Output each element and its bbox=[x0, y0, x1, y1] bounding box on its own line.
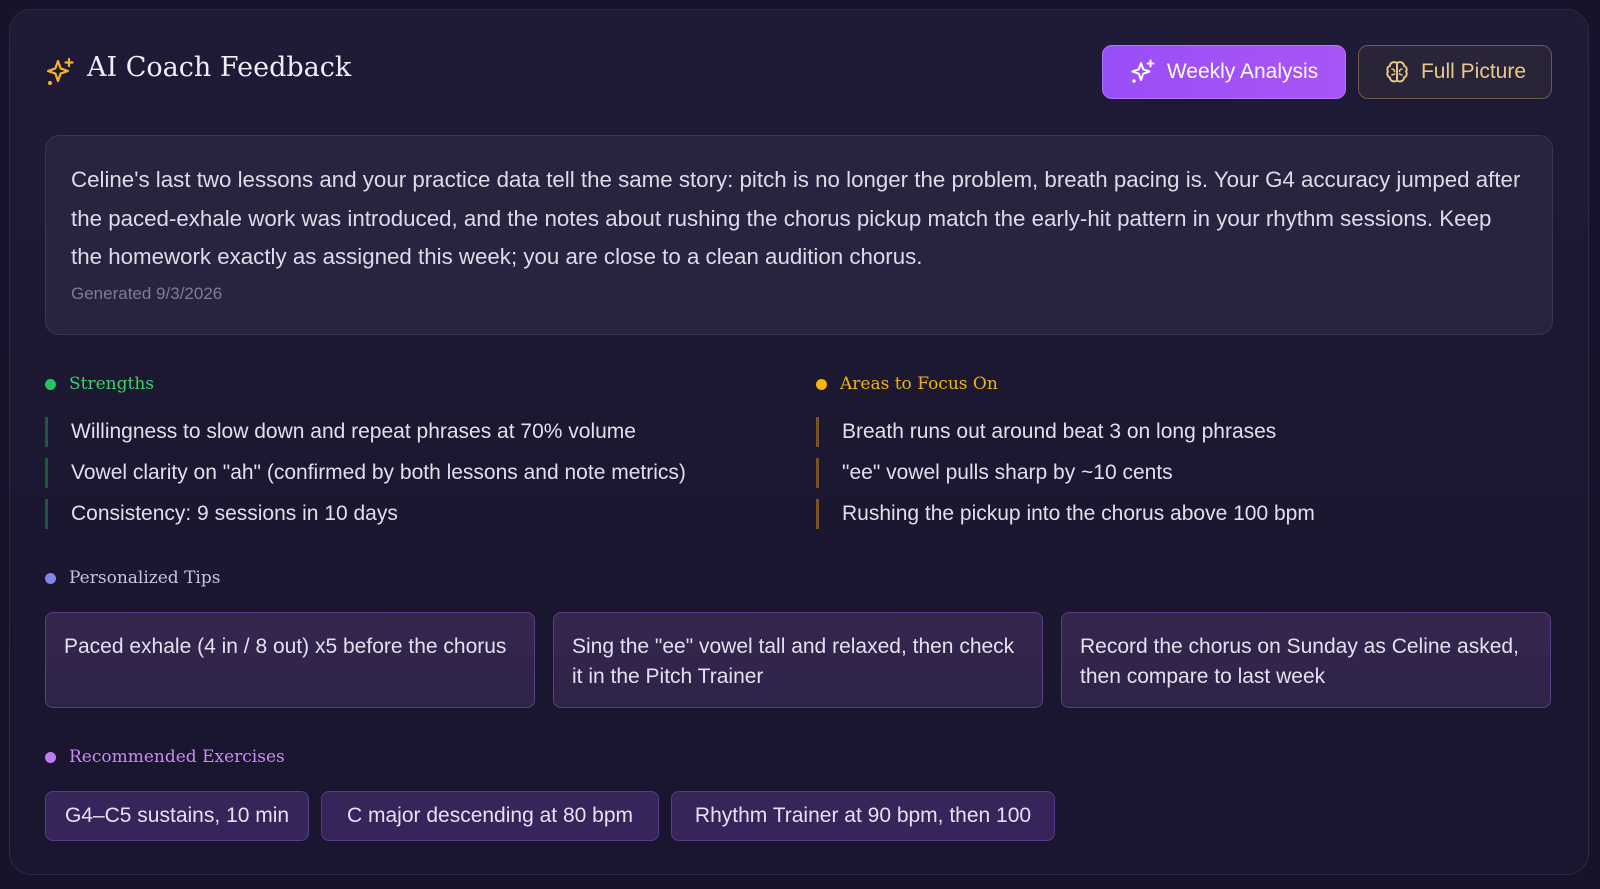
focus-heading: Areas to Focus On bbox=[816, 374, 998, 394]
tips-heading: Personalized Tips bbox=[45, 568, 220, 588]
strength-item: Consistency: 9 sessions in 10 days bbox=[45, 499, 398, 529]
strengths-dot bbox=[45, 378, 56, 390]
weekly-analysis-button[interactable]: Weekly Analysis bbox=[1102, 45, 1346, 99]
focus-item: Breath runs out around beat 3 on long ph… bbox=[816, 417, 1276, 447]
focus-item-text: Breath runs out around beat 3 on long ph… bbox=[842, 420, 1277, 443]
exercise-chip[interactable]: C major descending at 80 bpm bbox=[321, 791, 659, 841]
strength-item-text: Vowel clarity on "ah" (confirmed by both… bbox=[71, 461, 686, 484]
sparkles-icon bbox=[1131, 59, 1155, 83]
focus-title: Areas to Focus On bbox=[840, 374, 998, 394]
tips-title: Personalized Tips bbox=[69, 568, 221, 588]
tip-card: Record the chorus on Sunday as Celine as… bbox=[1061, 612, 1551, 708]
weekly-analysis-label: Weekly Analysis bbox=[1166, 60, 1319, 83]
strength-item: Willingness to slow down and repeat phra… bbox=[45, 417, 636, 447]
tip-card: Paced exhale (4 in / 8 out) x5 before th… bbox=[45, 612, 535, 708]
exercises-dot bbox=[45, 751, 56, 763]
focus-item: Rushing the pickup into the chorus above… bbox=[816, 499, 1315, 529]
exercises-heading: Recommended Exercises bbox=[45, 747, 285, 767]
strengths-title: Strengths bbox=[69, 374, 154, 394]
focus-item: "ee" vowel pulls sharp by ~10 cents bbox=[816, 458, 1173, 488]
strength-item: Vowel clarity on "ah" (confirmed by both… bbox=[45, 458, 686, 488]
tips-dot bbox=[45, 572, 56, 584]
strength-item-text: Willingness to slow down and repeat phra… bbox=[71, 420, 636, 443]
sparkles-icon bbox=[46, 57, 74, 85]
full-picture-label: Full Picture bbox=[1420, 60, 1527, 83]
focus-dot bbox=[816, 378, 827, 390]
full-picture-button[interactable]: Full Picture bbox=[1358, 45, 1552, 99]
summary-text: Celine's last two lessons and your pract… bbox=[71, 167, 1521, 269]
strengths-heading: Strengths bbox=[45, 374, 154, 394]
generated-date: Generated 9/3/2026 bbox=[71, 283, 223, 303]
tip-card: Sing the "ee" vowel tall and relaxed, th… bbox=[553, 612, 1043, 708]
page-title: AI Coach Feedback bbox=[87, 52, 352, 83]
summary-panel: Celine's last two lessons and your pract… bbox=[45, 135, 1553, 335]
brain-icon bbox=[1386, 61, 1408, 83]
focus-item-text: "ee" vowel pulls sharp by ~10 cents bbox=[842, 461, 1173, 484]
exercise-chip[interactable]: G4–C5 sustains, 10 min bbox=[45, 791, 309, 841]
strength-item-text: Consistency: 9 sessions in 10 days bbox=[71, 502, 398, 525]
exercise-chip[interactable]: Rhythm Trainer at 90 bpm, then 100 bbox=[671, 791, 1055, 841]
exercises-title: Recommended Exercises bbox=[69, 747, 285, 767]
focus-item-text: Rushing the pickup into the chorus above… bbox=[842, 502, 1315, 525]
